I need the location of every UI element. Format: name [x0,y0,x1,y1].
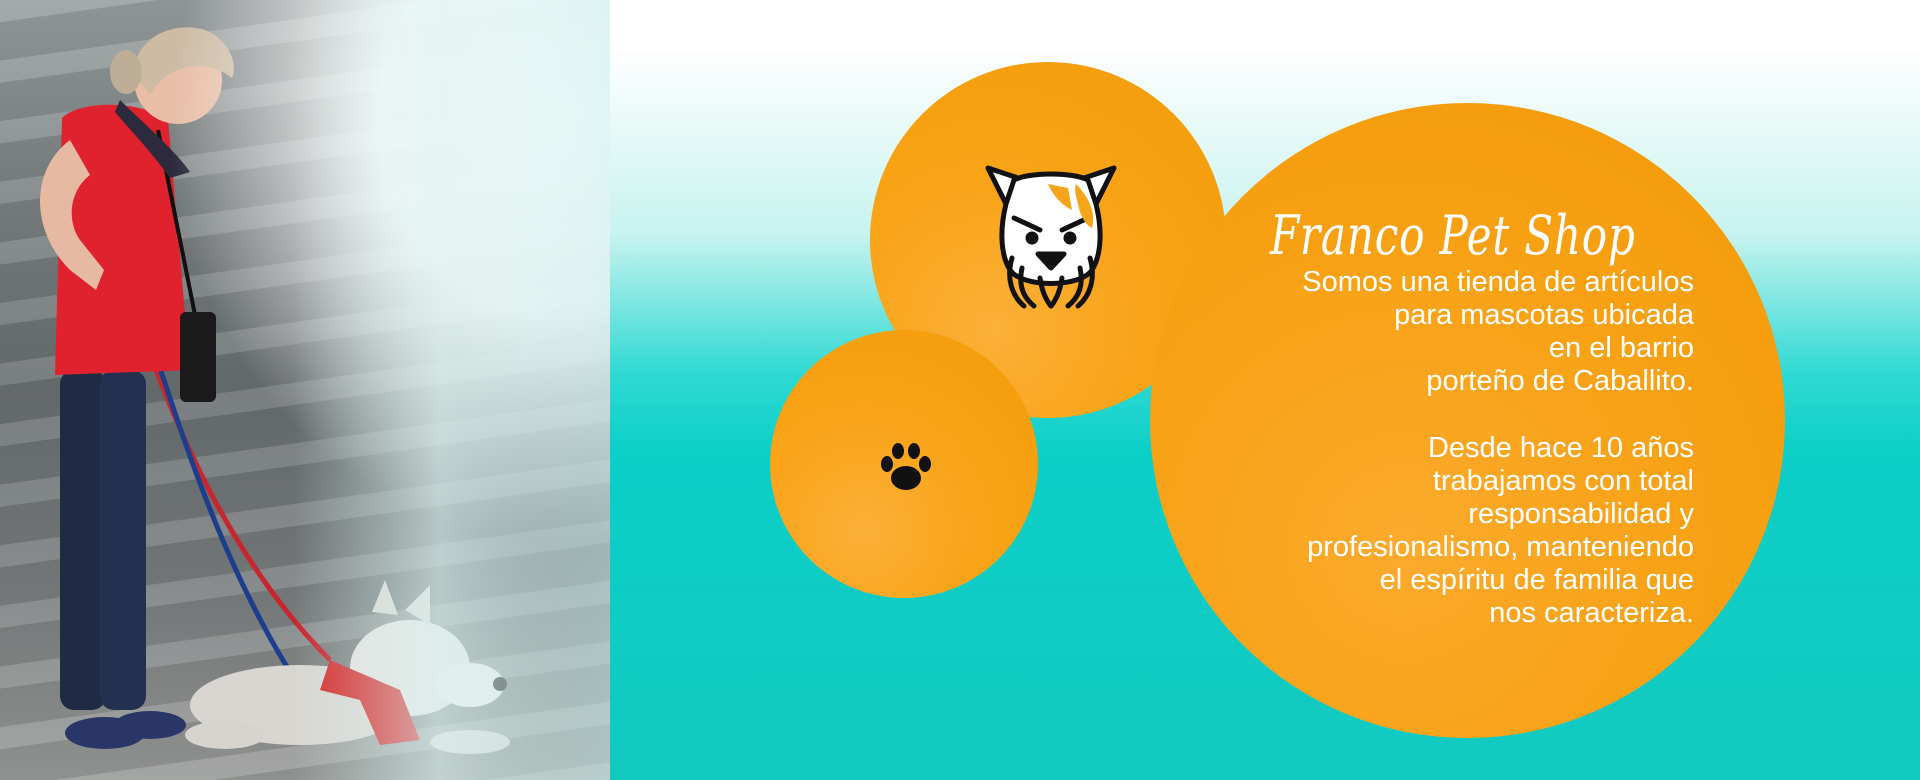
about-line: en el barrio [1548,332,1694,364]
photo-edge-blend [430,0,610,780]
about-line: trabajamos con total [1432,465,1694,497]
about-line: Desde hace 10 años [1427,432,1694,464]
about-line: el espíritu de familia que [1379,564,1694,596]
hero-photo [0,0,610,780]
about-paragraph-2: Desde hace 10 años trabajamos con total … [1174,432,1694,630]
about-line: Somos una tienda de artículos [1302,266,1694,298]
about-line: profesionalismo, manteniendo [1307,531,1694,563]
brand-title: Franco Pet Shop [1270,204,1636,268]
about-paragraph-1: Somos una tienda de artículos para masco… [1174,266,1694,398]
orange-circle-large [1150,103,1785,738]
about-line: nos caracteriza. [1489,597,1694,629]
dog-face-icon [985,165,1117,309]
about-line: porteño de Caballito. [1426,365,1694,397]
about-line: para mascotas ubicada [1394,299,1694,331]
paw-print-icon [881,443,931,490]
about-line: responsabilidad y [1468,498,1694,530]
